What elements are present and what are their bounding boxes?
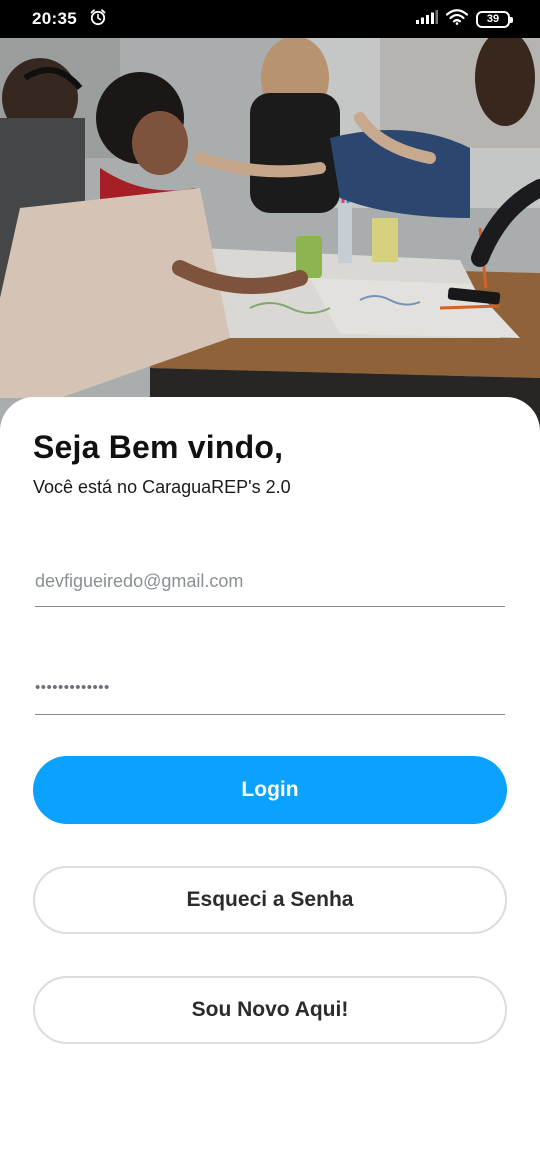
login-card: Seja Bem vindo, Você está no CaraguaREP'… [0,397,540,1170]
cellular-signal-icon [416,9,438,29]
status-left: 20:35 [32,8,107,31]
welcome-title: Seja Bem vindo, [33,429,284,465]
welcome-subtitle: Você está no CaraguaREP's 2.0 [33,477,291,497]
hero-photo [0,38,540,438]
password-field[interactable]: ••••••••••••• [35,679,110,696]
login-button[interactable]: Login [33,756,507,824]
password-field-container[interactable]: ••••••••••••• [35,665,505,715]
email-field[interactable] [35,557,505,606]
wifi-icon [445,8,469,30]
battery-icon: 39 [476,10,513,28]
forgot-password-button[interactable]: Esqueci a Senha [33,866,507,934]
status-time: 20:35 [32,9,77,28]
email-field-container [35,557,505,607]
new-user-button[interactable]: Sou Novo Aqui! [33,976,507,1044]
status-right: 39 [416,8,513,30]
status-bar: 20:35 39 [0,0,540,38]
alarm-clock-icon [89,8,107,31]
